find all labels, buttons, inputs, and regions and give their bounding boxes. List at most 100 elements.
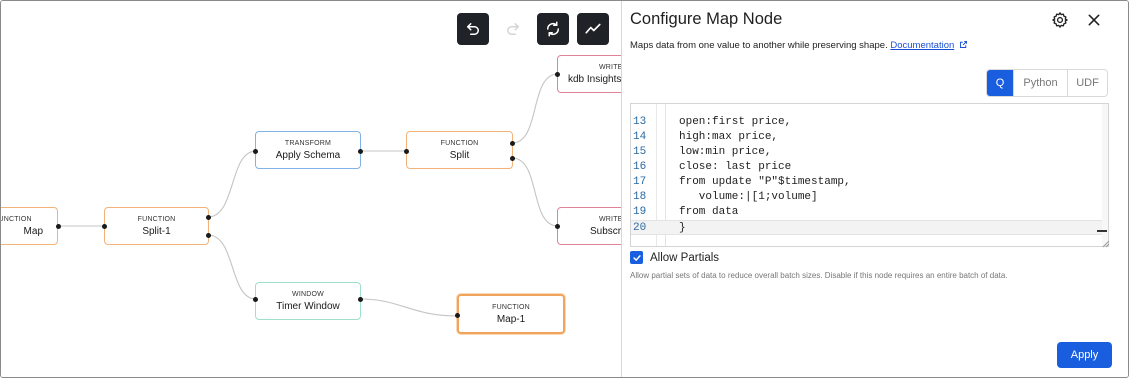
line-number: 14 — [633, 131, 647, 143]
node-type: WINDOW — [292, 291, 324, 298]
line-number: 17 — [633, 176, 647, 188]
node-label: Map — [23, 226, 43, 237]
port-out[interactable] — [358, 149, 363, 154]
edge-split-to-writer-sub — [511, 157, 559, 227]
code-line: 16 close: last price — [631, 160, 1108, 175]
node-label: Apply Schema — [275, 150, 341, 161]
redo-icon — [507, 23, 519, 35]
close-button[interactable] — [1084, 10, 1104, 30]
line-chart-icon — [585, 23, 601, 34]
port-in[interactable] — [253, 297, 258, 302]
code-line: 19 from data — [631, 205, 1108, 220]
port-out[interactable] — [206, 215, 211, 220]
external-link-icon — [959, 41, 967, 48]
code-line: 14 high:max price, — [631, 130, 1108, 145]
node-type: FUNCTION — [1, 216, 32, 223]
node-label: Subscri — [590, 226, 621, 237]
line-number: 20 — [633, 222, 647, 234]
undo-icon — [467, 23, 479, 35]
redo-button[interactable] — [497, 13, 529, 45]
code-line: 15 low:min price, — [631, 145, 1108, 160]
metrics-button[interactable] — [577, 13, 609, 45]
node-map[interactable]: FUNCTION Map — [1, 207, 58, 245]
language-q-button[interactable]: Q — [987, 70, 1013, 96]
panel-description: Maps data from one value to another whil… — [630, 40, 968, 51]
line-number: 18 — [633, 191, 647, 203]
edge-timerwindow-to-map1 — [359, 298, 459, 317]
port-in[interactable] — [455, 313, 460, 318]
node-type: FUNCTION — [137, 216, 176, 223]
close-icon — [1088, 14, 1100, 26]
line-number: 16 — [633, 161, 647, 173]
line-code: low:min price, — [679, 146, 772, 158]
node-type: FUNCTION — [492, 304, 530, 311]
edge-split1-to-applyschema — [207, 150, 257, 218]
node-writer-subscriber[interactable]: WRITER Subscri — [557, 207, 621, 245]
settings-button[interactable] — [1050, 10, 1070, 30]
node-type: TRANSFORM — [284, 140, 332, 147]
port-in[interactable] — [253, 149, 258, 154]
port-out[interactable] — [510, 156, 515, 161]
port-in[interactable] — [404, 149, 409, 154]
line-number: 19 — [633, 206, 647, 218]
apply-button[interactable]: Apply — [1057, 342, 1112, 368]
app-frame: FUNCTION Map FUNCTION Split-1 TRANSFORM … — [0, 0, 1129, 378]
documentation-link[interactable]: Documentation — [890, 40, 954, 51]
code-line-current: 20 } — [631, 220, 1108, 235]
refresh-button[interactable] — [537, 13, 569, 45]
port-out[interactable] — [358, 297, 363, 302]
edge-split-to-writer-kdb — [511, 73, 559, 144]
allow-partials-checkbox[interactable] — [630, 251, 643, 264]
node-split[interactable]: FUNCTION Split — [406, 131, 513, 169]
node-split-1[interactable]: FUNCTION Split-1 — [104, 207, 209, 245]
line-code: volume:|[1;volume] — [679, 191, 818, 203]
scroll-marker — [1097, 230, 1107, 232]
node-apply-schema[interactable]: TRANSFORM Apply Schema — [255, 131, 361, 169]
language-udf-button[interactable]: UDF — [1067, 70, 1107, 96]
code-line: 17 from update "P"$timestamp, — [631, 175, 1108, 190]
line-code: from data — [679, 206, 739, 218]
description-text: Maps data from one value to another whil… — [630, 40, 888, 51]
node-type: FUNCTION — [440, 140, 479, 147]
node-map-1[interactable]: FUNCTION Map-1 — [457, 294, 565, 334]
line-code: close: last price — [679, 161, 792, 173]
node-writer-kdb[interactable]: WRITER kdb Insights D — [557, 55, 621, 93]
node-label: Timer Window — [276, 301, 340, 312]
code-line: 13 open:first price, — [631, 115, 1108, 130]
pipeline-canvas[interactable]: FUNCTION Map FUNCTION Split-1 TRANSFORM … — [1, 1, 621, 377]
editor-scrollbar[interactable] — [1102, 104, 1108, 246]
port-out[interactable] — [206, 233, 211, 238]
port-in[interactable] — [555, 72, 560, 77]
line-number: 13 — [633, 116, 647, 128]
line-number: 15 — [633, 146, 647, 158]
node-label: Split-1 — [142, 226, 171, 237]
node-type: WRITER — [599, 216, 621, 223]
line-code: high:max price, — [679, 131, 779, 143]
allow-partials-row[interactable]: Allow Partials — [630, 251, 719, 264]
language-selector: Q Python UDF — [986, 69, 1108, 97]
panel-title: Configure Map Node — [630, 10, 783, 28]
port-in[interactable] — [102, 224, 107, 229]
code-editor[interactable]: 13 open:first price, 14 high:max price, … — [630, 103, 1109, 247]
port-out[interactable] — [56, 224, 61, 229]
port-in[interactable] — [555, 224, 560, 229]
code-line: 18 volume:|[1;volume] — [631, 190, 1108, 205]
line-code: open:first price, — [679, 116, 792, 128]
node-label: Split — [449, 150, 470, 161]
port-out[interactable] — [510, 141, 515, 146]
refresh-icon — [546, 21, 560, 37]
line-code: from update "P"$timestamp, — [679, 176, 851, 188]
resize-handle-icon[interactable] — [1100, 238, 1110, 248]
line-code: } — [679, 222, 686, 234]
node-label: kdb Insights D — [568, 74, 621, 85]
config-panel: Configure Map Node Maps data from one va… — [621, 1, 1128, 377]
allow-partials-help: Allow partial sets of data to reduce ove… — [630, 271, 1008, 280]
gear-icon — [1052, 12, 1068, 28]
node-type: WRITER — [599, 64, 621, 71]
node-label: Map-1 — [496, 314, 526, 325]
language-python-button[interactable]: Python — [1013, 70, 1067, 96]
node-timer-window[interactable]: WINDOW Timer Window — [255, 282, 361, 320]
check-icon — [632, 254, 641, 261]
allow-partials-label: Allow Partials — [650, 251, 720, 264]
undo-button[interactable] — [457, 13, 489, 45]
